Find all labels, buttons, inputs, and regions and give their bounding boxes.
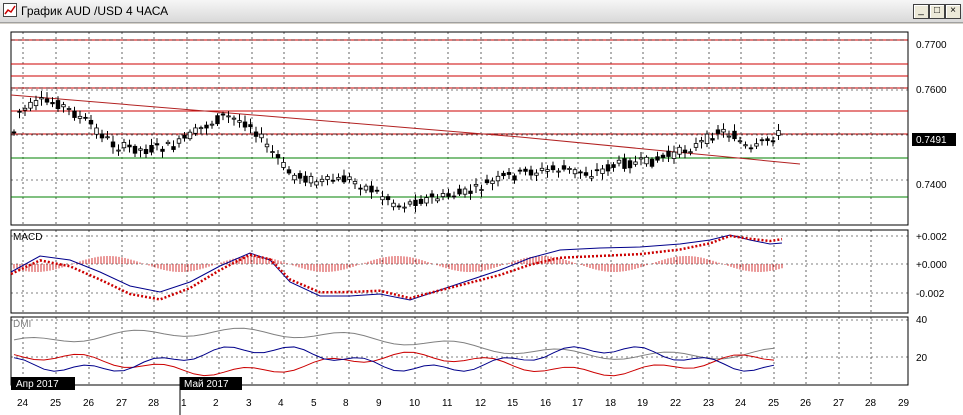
day-label-2: 2: [213, 398, 219, 409]
day-label-25: 25: [768, 398, 780, 409]
day-label-27: 27: [116, 398, 128, 409]
dmi-panel-frame: [10, 316, 909, 386]
chart-app-icon: [3, 3, 17, 17]
day-label-22: 22: [670, 398, 682, 409]
close-icon: ×: [950, 5, 956, 16]
day-label-23: 23: [703, 398, 715, 409]
maximize-button[interactable]: □: [929, 4, 945, 19]
day-label-4: 4: [278, 398, 284, 409]
macd-label-minus: -0.002: [916, 289, 945, 300]
chart-window: График AUD /USD 4 ЧАСА _ □ × 0.7700 0.76…: [0, 0, 963, 415]
dmi-label-20: 20: [916, 353, 928, 364]
title-bar[interactable]: График AUD /USD 4 ЧАСА _ □ ×: [0, 0, 963, 23]
time-axis: 24 25 26 27 28 1 2 3 4 5 8 9 10 11 12 15 16 17 18 19 22 23 24 2…: [17, 398, 910, 409]
day-label-26: 26: [83, 398, 95, 409]
dmi-indicator: [13, 327, 775, 377]
day-label-27: 27: [833, 398, 845, 409]
day-label-9: 9: [376, 398, 382, 409]
day-label-1: 1: [181, 398, 187, 409]
day-label-17: 17: [572, 398, 584, 409]
price-label-0.7600: 0.7600: [916, 85, 947, 96]
day-label-29: 29: [898, 398, 910, 409]
month-marker-apr: Апр 2017: [16, 379, 59, 390]
macd-label-zero: +0.000: [916, 260, 947, 271]
day-label-24: 24: [17, 398, 29, 409]
candlesticks: [11, 90, 781, 213]
window-title: График AUD /USD 4 ЧАСА: [21, 4, 169, 18]
macd-title: MACD: [13, 232, 42, 243]
day-label-11: 11: [442, 398, 453, 409]
price-label-0.7700: 0.7700: [916, 40, 947, 51]
day-label-5: 5: [311, 398, 317, 409]
chart-area[interactable]: 0.7700 0.7600 0.7491 0.7400 MACD +0.002 …: [0, 24, 963, 415]
day-label-18: 18: [605, 398, 617, 409]
day-label-25: 25: [50, 398, 62, 409]
day-label-16: 16: [540, 398, 552, 409]
maximize-icon: □: [933, 5, 941, 16]
day-label-12: 12: [475, 398, 487, 409]
minimize-icon: _: [918, 5, 924, 16]
day-label-19: 19: [637, 398, 649, 409]
current-price-label: 0.7491: [916, 135, 947, 146]
dmi-title: DMI: [13, 319, 31, 330]
day-label-3: 3: [246, 398, 252, 409]
day-label-26: 26: [800, 398, 812, 409]
day-label-8: 8: [343, 398, 349, 409]
day-label-28: 28: [148, 398, 160, 409]
macd-panel-frame: [10, 229, 909, 314]
grid-lines: [11, 32, 908, 385]
price-label-0.7400: 0.7400: [916, 180, 947, 191]
day-label-28: 28: [865, 398, 877, 409]
macd-label-plus: +0.002: [916, 232, 947, 243]
price-chart-canvas[interactable]: 0.7700 0.7600 0.7491 0.7400 MACD +0.002 …: [0, 24, 963, 415]
dmi-label-40: 40: [916, 315, 928, 326]
horizontal-levels: [10, 39, 908, 198]
close-button[interactable]: ×: [945, 4, 961, 19]
macd-indicator: [10, 234, 783, 301]
price-panel-frame: [10, 31, 909, 226]
day-label-15: 15: [507, 398, 519, 409]
month-marker-may: Май 2017: [184, 379, 229, 390]
day-label-24: 24: [735, 398, 747, 409]
day-label-10: 10: [409, 398, 421, 409]
minimize-button[interactable]: _: [913, 4, 929, 19]
